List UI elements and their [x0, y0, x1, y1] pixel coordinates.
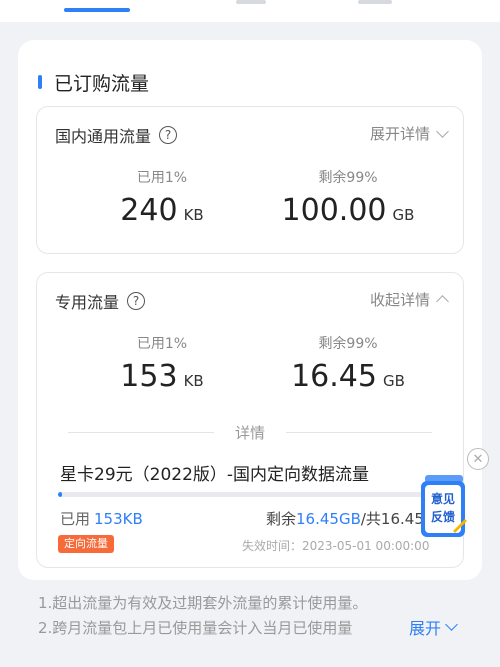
chevron-down-icon [445, 618, 458, 631]
note-item: 1.超出流量为有效及过期套外流量的累计使用量。 [38, 594, 368, 612]
dedicated-used-label: 已用1% [136, 336, 188, 352]
section-title: 已订购流量 [38, 68, 149, 96]
general-used-stat: 已用1% 240 KB [67, 167, 257, 228]
dedicated-toggle-label: 收起详情 [369, 291, 430, 309]
general-remain-value: 100.00 [281, 193, 387, 228]
general-remain-unit: GB [392, 206, 415, 224]
general-used-value: 240 [120, 193, 178, 228]
dedicated-used-stat: 已用1% 153 KB [67, 333, 257, 394]
general-toggle-label: 展开详情 [369, 125, 430, 143]
active-tab-indicator [64, 8, 130, 12]
dedicated-traffic-header: 专用流量 ? [55, 289, 146, 313]
dedicated-traffic-label: 专用流量 [55, 293, 120, 312]
dedicated-used-unit: KB [183, 372, 204, 390]
tab-2[interactable] [236, 0, 266, 4]
dedicated-remain-value: 16.45 [291, 359, 377, 394]
help-icon[interactable]: ? [127, 292, 146, 310]
dedicated-collapse-toggle[interactable]: 收起详情 [369, 289, 449, 310]
package-progress-fill [58, 492, 62, 497]
general-used-label: 已用1% [136, 170, 188, 186]
detail-label: 详情 [234, 424, 265, 442]
chevron-down-icon [436, 124, 449, 138]
detail-divider-right [286, 432, 432, 433]
package-used: 已用 153KB [60, 508, 143, 529]
notes-expand-button[interactable]: 展开 [407, 615, 458, 639]
feedback-icon: 意见 反馈 [421, 475, 467, 537]
feedback-close-icon[interactable]: ✕ [467, 448, 489, 470]
dedicated-remain-label: 剩余99% [318, 336, 378, 352]
package-used-amount: 153KB [94, 510, 143, 528]
package-remain-amount: 16.45GB [296, 510, 361, 528]
feedback-text-line1: 意见 [431, 491, 455, 506]
general-expand-toggle[interactable]: 展开详情 [369, 123, 449, 144]
dedicated-remain-stat: 剩余99% 16.45 GB [253, 333, 443, 394]
dedicated-used-value: 153 [120, 359, 178, 394]
note-item: 2.跨月流量包上月已使用量会计入当月已使用量 [38, 619, 353, 637]
general-traffic-label: 国内通用流量 [55, 127, 152, 146]
package-tag-badge: 定向流量 [58, 535, 114, 553]
package-expire-time: 失效时间：2023-05-01 00:00:00 [242, 539, 430, 553]
feedback-button[interactable]: 意见 反馈 [419, 473, 469, 545]
package-name: 星卡29元（2022版）-国内定向数据流量 [60, 465, 370, 485]
help-icon[interactable]: ? [159, 126, 178, 144]
general-traffic-header: 国内通用流量 ? [55, 123, 178, 147]
package-remain-prefix: 剩余 [266, 510, 297, 528]
chevron-up-icon [436, 295, 449, 308]
general-used-unit: KB [183, 206, 204, 224]
package-used-prefix: 已用 [60, 510, 91, 528]
package-progress-bar [58, 492, 438, 497]
expand-label: 展开 [409, 619, 442, 638]
dedicated-remain-unit: GB [382, 372, 405, 390]
general-remain-label: 剩余99% [318, 170, 378, 186]
detail-divider-left [68, 432, 214, 433]
top-tab-bar [0, 0, 500, 22]
general-remain-stat: 剩余99% 100.00 GB [253, 167, 443, 228]
section-title-marker [38, 75, 42, 89]
feedback-text-line2: 反馈 [431, 509, 455, 524]
general-traffic-box: 国内通用流量 ? 展开详情 已用1% 240 KB 剩余99% 100.00 GB [36, 106, 464, 254]
section-title-text: 已订购流量 [54, 72, 150, 95]
tab-3[interactable] [358, 0, 392, 4]
